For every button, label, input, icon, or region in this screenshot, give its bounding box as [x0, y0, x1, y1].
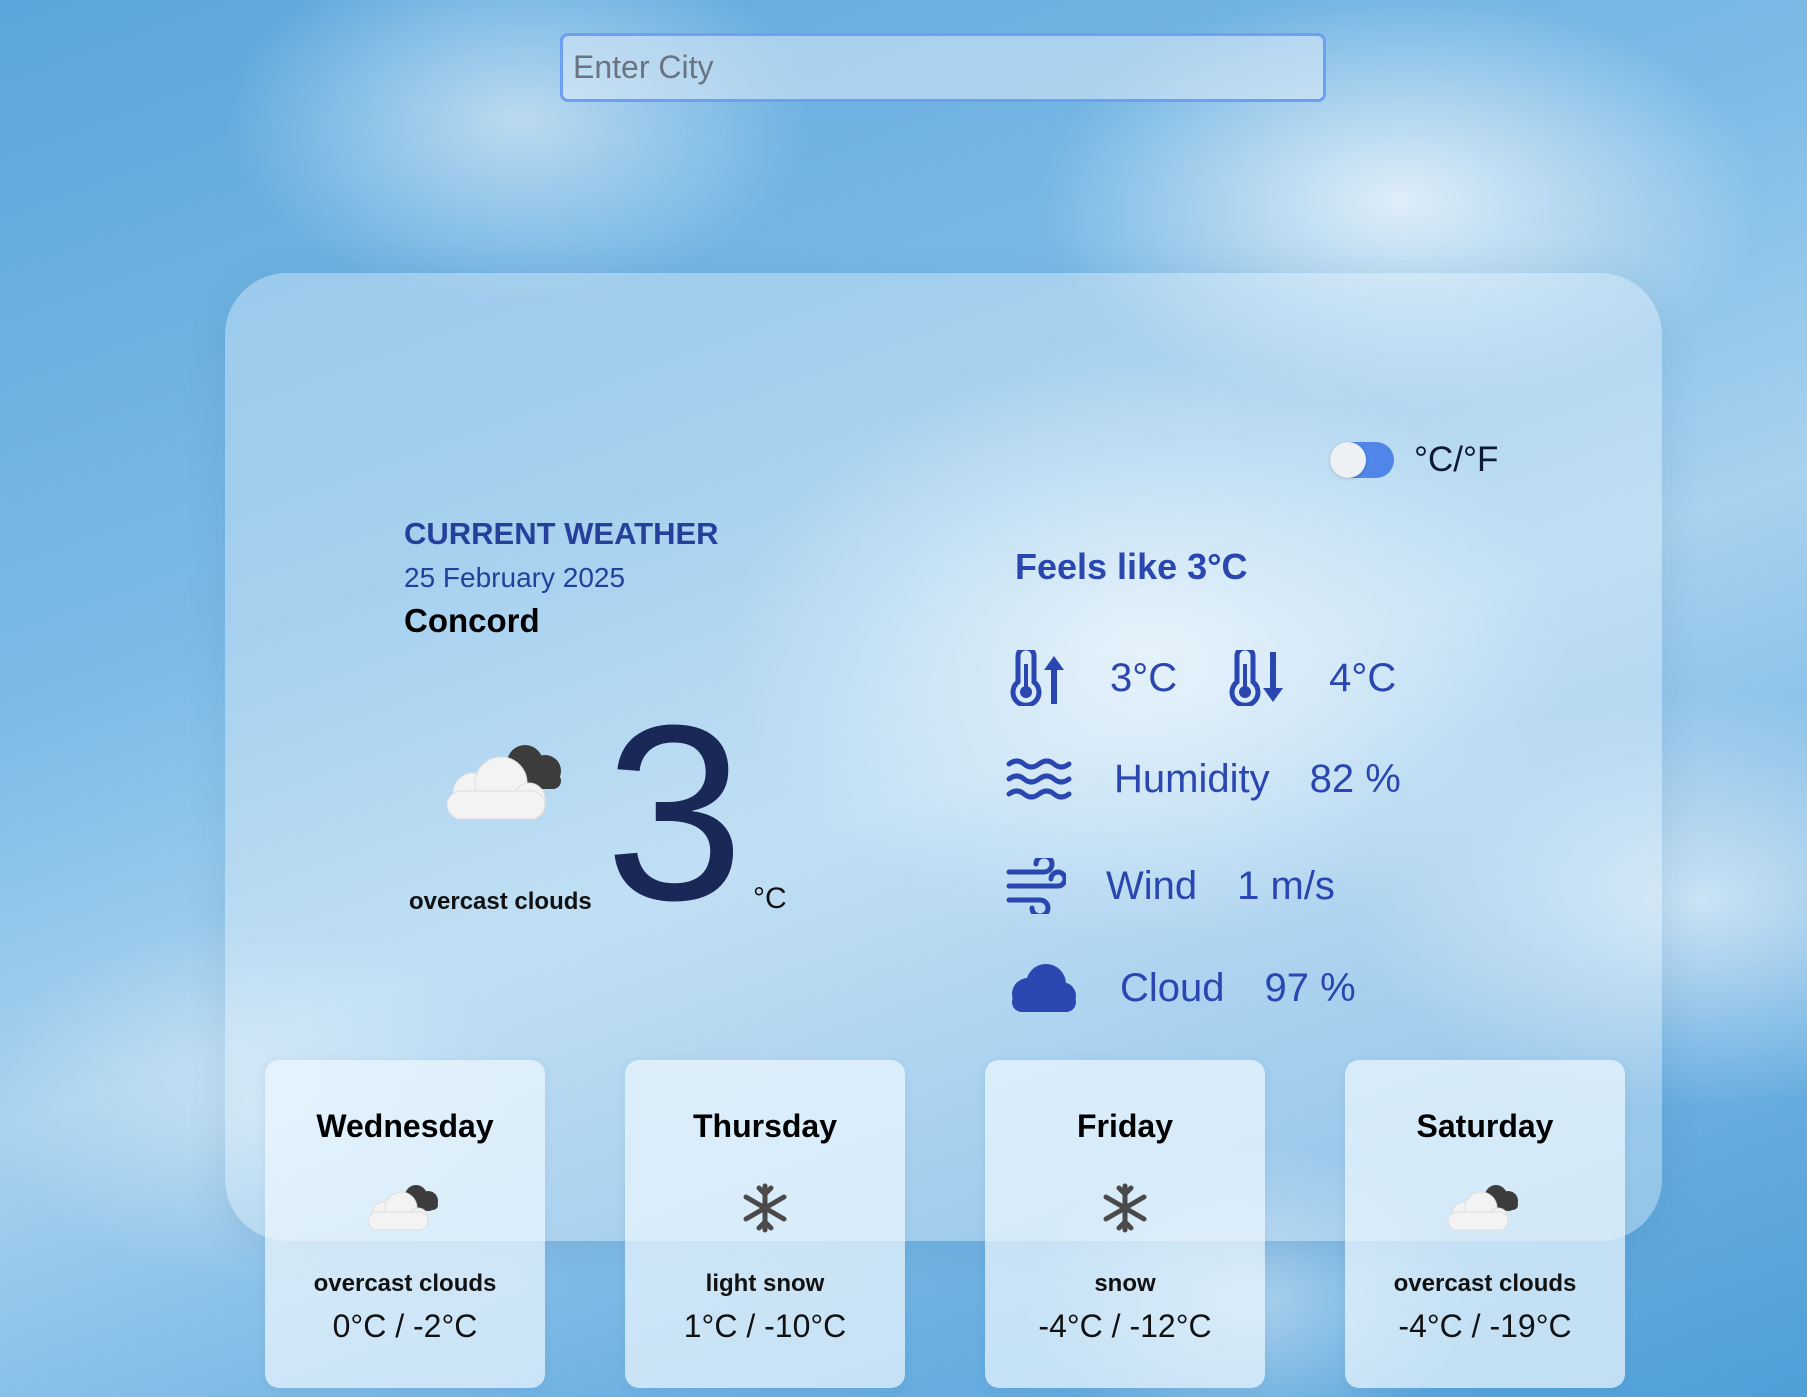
- forecast-day: Wednesday: [316, 1108, 494, 1144]
- thermometer-down-icon: [1227, 650, 1289, 706]
- forecast-description: light snow: [705, 1270, 825, 1297]
- min-max-row: 3°C 4°C: [1008, 650, 1396, 706]
- forecast-card-wednesday: Wednesday overcast clouds 0°C / -2°C: [265, 1060, 545, 1388]
- forecast-day: Thursday: [692, 1108, 838, 1144]
- wind-label: Wind: [1106, 863, 1198, 908]
- forecast-temps: 0°C / -2°C: [332, 1308, 478, 1344]
- snowflake-icon: [985, 1178, 1265, 1238]
- humidity-row: Humidity 82 %: [1006, 756, 1401, 802]
- forecast-card-thursday: Thursday light snow 1°C / -10°C: [625, 1060, 905, 1388]
- thermometer-up-icon: [1008, 650, 1070, 706]
- cloud-value: 97 %: [1264, 965, 1356, 1010]
- forecast-day: Saturday: [1416, 1108, 1554, 1144]
- unit-toggle[interactable]: °C/°F: [1330, 440, 1498, 480]
- wind-row: Wind 1 m/s: [1006, 858, 1335, 914]
- forecast-temps: 1°C / -10°C: [683, 1308, 847, 1344]
- humidity-label: Humidity: [1114, 756, 1270, 801]
- wind-icon: [1006, 858, 1066, 914]
- overcast-clouds-icon: [433, 735, 583, 835]
- current-weather-heading: CURRENT WEATHER: [404, 516, 719, 551]
- cloud-row: Cloud 97 %: [1006, 962, 1356, 1014]
- humidity-waves-icon: [1006, 756, 1072, 802]
- forecast-day: Friday: [1076, 1108, 1174, 1144]
- overcast-clouds-icon: [1345, 1178, 1625, 1238]
- toggle-knob: [1330, 442, 1366, 478]
- forecast-temps: -4°C / -12°C: [1038, 1308, 1212, 1344]
- weather-description: overcast clouds: [409, 888, 592, 915]
- city-name: Concord: [404, 602, 540, 639]
- unit-toggle-label: °C/°F: [1414, 440, 1499, 479]
- cloud-icon: [1006, 962, 1078, 1014]
- cloud-label: Cloud: [1120, 965, 1225, 1010]
- city-search-input[interactable]: [560, 33, 1326, 102]
- forecast-card-friday: Friday snow -4°C / -12°C: [985, 1060, 1265, 1388]
- temp-max-value: 3°C: [1110, 655, 1178, 700]
- forecast-description: overcast clouds: [1393, 1270, 1577, 1297]
- current-temperature: 3: [605, 673, 745, 952]
- forecast-description: snow: [1094, 1270, 1156, 1297]
- unit-toggle-switch[interactable]: [1330, 442, 1394, 478]
- forecast-temps: -4°C / -19°C: [1398, 1308, 1572, 1344]
- feels-like: Feels like 3°C: [1015, 546, 1248, 587]
- temperature-unit: °C: [753, 882, 787, 915]
- wind-value: 1 m/s: [1237, 863, 1335, 908]
- humidity-value: 82 %: [1309, 756, 1401, 801]
- overcast-clouds-icon: [265, 1178, 545, 1238]
- forecast-card-saturday: Saturday overcast clouds -4°C / -19°C: [1345, 1060, 1625, 1388]
- forecast-description: overcast clouds: [313, 1270, 497, 1297]
- snowflake-icon: [625, 1178, 905, 1238]
- temp-min-value: 4°C: [1329, 655, 1397, 700]
- current-date: 25 February 2025: [404, 562, 626, 593]
